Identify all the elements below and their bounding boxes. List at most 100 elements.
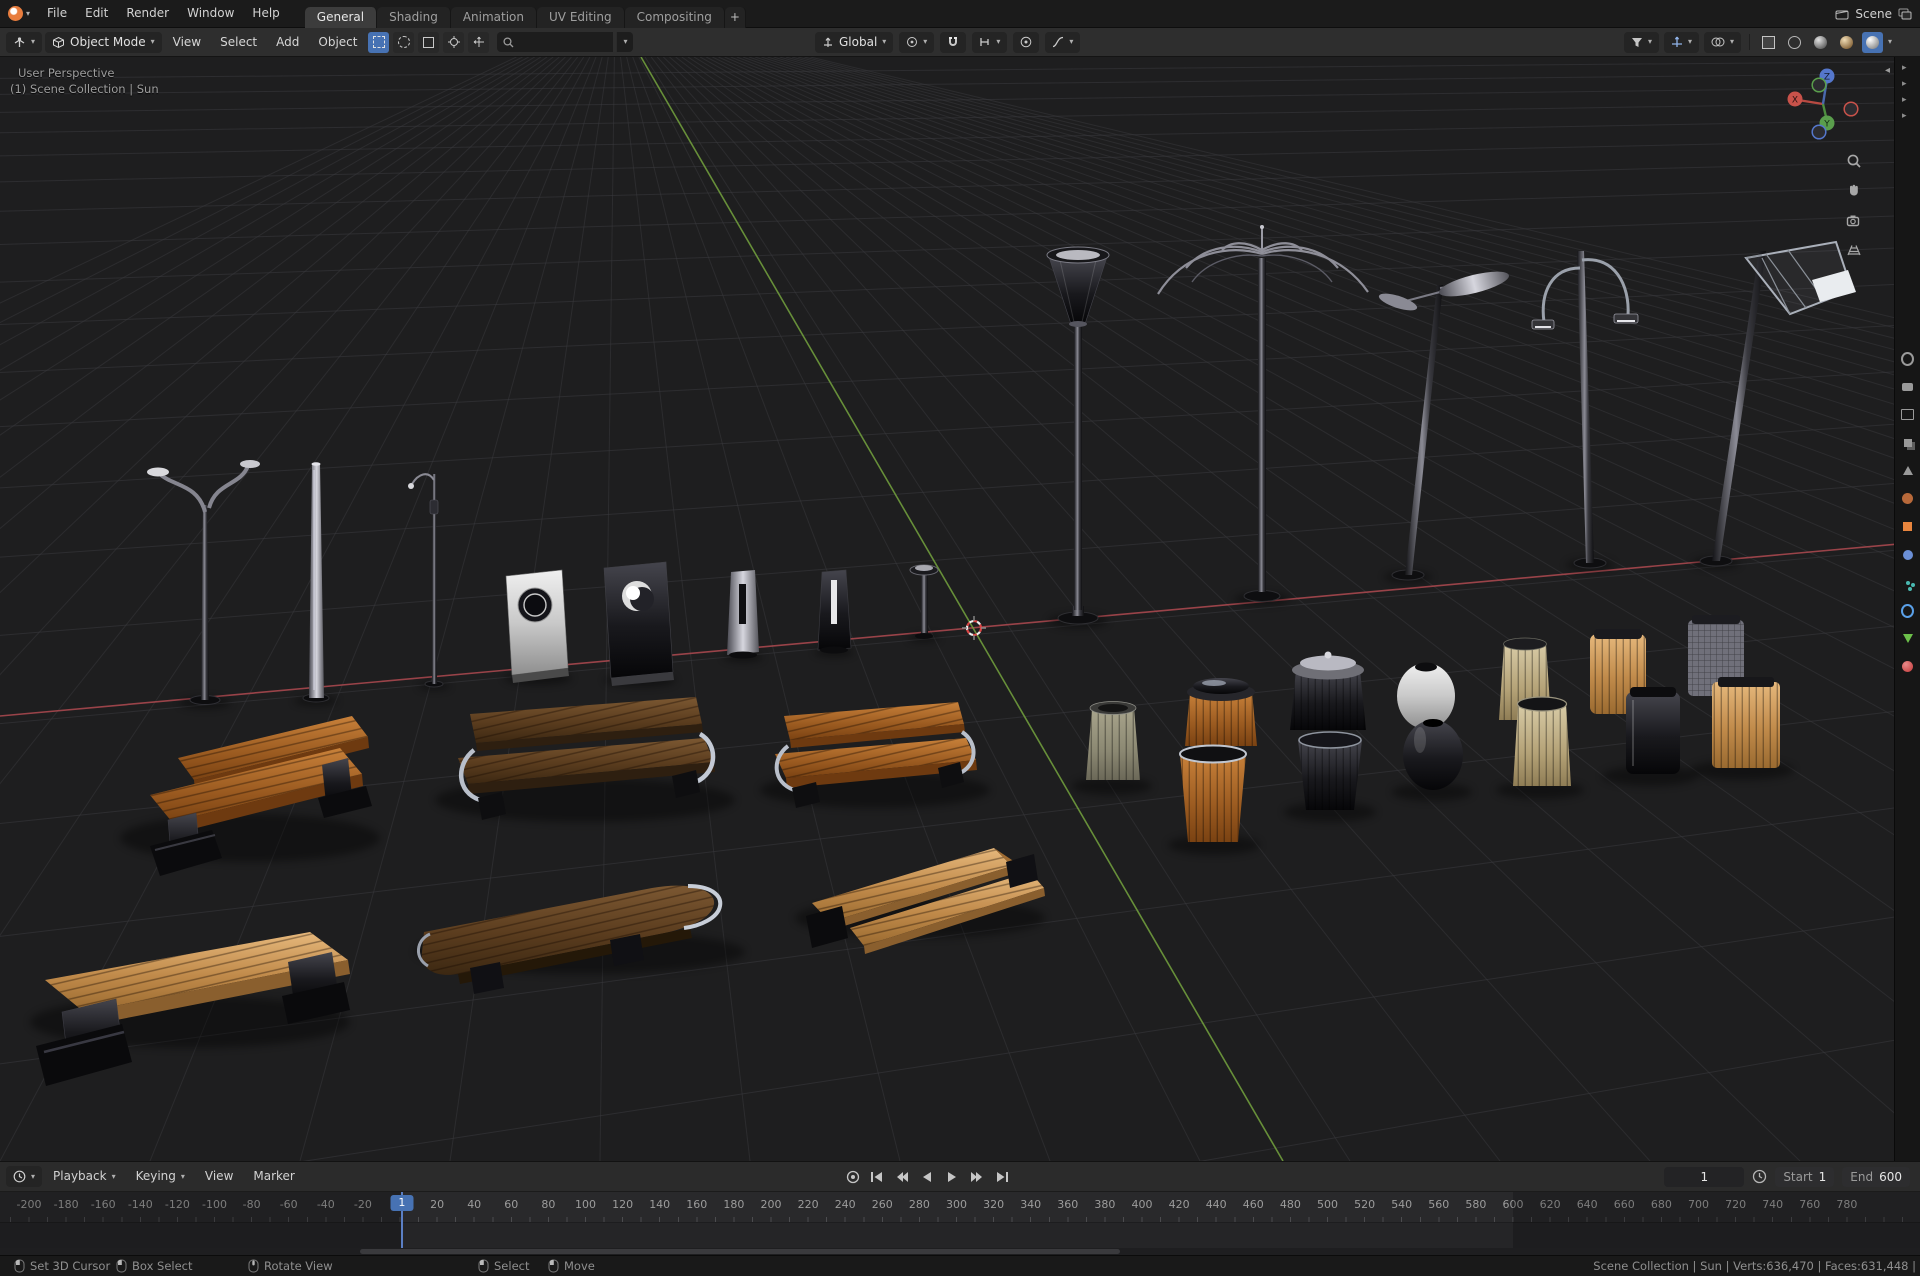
jump-to-start-button[interactable] <box>867 1167 886 1186</box>
object-bin-egg-white[interactable] <box>1397 663 1455 730</box>
add-workspace-button[interactable]: + <box>725 7 746 28</box>
properties-tab-particles-icon[interactable] <box>1901 576 1914 589</box>
gizmo-x-neg-axis[interactable] <box>1844 102 1858 116</box>
object-bench-curved-dark[interactable] <box>418 886 720 994</box>
scene-selector[interactable]: Scene <box>1835 7 1920 21</box>
properties-tab-material-icon[interactable] <box>1901 660 1914 673</box>
overlays-dropdown[interactable]: ▾ <box>1704 32 1741 53</box>
object-bin-egg-black[interactable] <box>1403 719 1463 790</box>
menu-select[interactable]: Select <box>212 28 265 56</box>
object-bin-dome-lid[interactable] <box>1290 652 1366 731</box>
snap-toggle-button[interactable] <box>940 32 966 53</box>
pivot-point-dropdown[interactable]: ▾ <box>899 32 934 53</box>
start-frame-field[interactable]: Start1 <box>1775 1167 1834 1187</box>
shading-wireframe-button[interactable] <box>1784 32 1805 53</box>
previous-keyframe-button[interactable] <box>892 1167 911 1186</box>
outliner-expand-icon[interactable]: ▸ <box>1902 79 1907 89</box>
shading-rendered-button[interactable] <box>1862 32 1883 53</box>
camera-view-icon[interactable] <box>1846 213 1862 229</box>
jump-to-end-button[interactable] <box>992 1167 1011 1186</box>
menu-help[interactable]: Help <box>243 0 288 27</box>
object-bin-barrel-wood[interactable] <box>1180 746 1246 843</box>
object-bin-slat-box[interactable] <box>1712 677 1780 768</box>
xray-toggle[interactable] <box>1758 32 1779 53</box>
properties-tab-scene-icon[interactable] <box>1901 464 1914 477</box>
object-bollard-round[interactable] <box>910 565 938 639</box>
object-sign-dark[interactable] <box>604 562 674 686</box>
shading-solid-button[interactable] <box>1810 32 1831 53</box>
menu-add[interactable]: Add <box>268 28 307 56</box>
transform-orientation-dropdown[interactable]: Global ▾ <box>815 32 893 53</box>
timeline-tracks[interactable] <box>0 1222 1920 1248</box>
object-streetlamp-goblet[interactable] <box>1047 247 1109 624</box>
properties-tab-output-icon[interactable] <box>1901 408 1914 421</box>
object-streetlamp-leaf[interactable] <box>1377 267 1511 580</box>
properties-tab-tool-icon[interactable] <box>1901 352 1914 365</box>
play-button[interactable] <box>942 1167 961 1186</box>
search-field[interactable] <box>497 32 613 52</box>
object-lamp-column[interactable] <box>303 462 329 702</box>
tab-general[interactable]: General <box>305 7 377 28</box>
menu-view[interactable]: View <box>165 28 209 56</box>
object-bin-fluted-dark[interactable] <box>1298 732 1362 810</box>
object-lamp-double-curved[interactable] <box>147 460 260 705</box>
gizmos-dropdown[interactable]: ▾ <box>1664 32 1699 53</box>
object-streetlamp-canopy[interactable] <box>1158 225 1368 602</box>
object-bin-dark-box[interactable] <box>1626 687 1680 774</box>
menu-marker[interactable]: Marker <box>244 1162 303 1191</box>
use-preview-range-icon[interactable] <box>1752 1169 1767 1184</box>
snap-settings-dropdown[interactable]: ▾ <box>972 32 1007 53</box>
chevron-down-icon[interactable]: ▾ <box>1888 38 1892 46</box>
end-frame-field[interactable]: End600 <box>1842 1167 1910 1187</box>
object-visibility-dropdown[interactable]: ▾ <box>1624 32 1659 53</box>
properties-tab-data-icon[interactable] <box>1901 632 1914 645</box>
outliner-expand-icon[interactable]: ▸ <box>1902 111 1907 121</box>
outliner-expand-icon[interactable]: ▸ <box>1902 95 1907 105</box>
viewport-canvas[interactable] <box>0 57 1920 1161</box>
search-input[interactable] <box>519 35 607 50</box>
properties-tab-object-icon[interactable] <box>1901 520 1914 533</box>
menu-render[interactable]: Render <box>117 0 178 27</box>
object-bollard-dark[interactable] <box>818 570 851 654</box>
tab-compositing[interactable]: Compositing <box>625 7 725 28</box>
timeline-scrollbar[interactable] <box>0 1248 1920 1255</box>
editor-type-button[interactable]: ▾ <box>6 32 42 53</box>
tool-select-box-button[interactable] <box>368 32 389 53</box>
menu-keying[interactable]: Keying▾ <box>127 1162 194 1191</box>
object-streetlamp-frame[interactable] <box>1700 242 1856 566</box>
tool-cursor-button[interactable] <box>443 32 464 53</box>
sidebar-collapse-icon[interactable]: ◂ <box>1885 65 1890 76</box>
tool-transform-button[interactable] <box>468 32 489 53</box>
auto-keying-toggle[interactable] <box>845 1169 861 1185</box>
properties-tab-physics-icon[interactable] <box>1901 604 1914 617</box>
object-bin-tapered[interactable] <box>1086 702 1140 781</box>
object-lamp-thin-pole[interactable] <box>408 474 443 687</box>
play-reverse-button[interactable] <box>917 1167 936 1186</box>
ortho-grid-icon[interactable] <box>1846 242 1862 258</box>
timeline-editor-type-button[interactable]: ▾ <box>6 1166 42 1187</box>
current-frame-field[interactable]: 1 <box>1664 1167 1744 1187</box>
object-bollard-light[interactable] <box>727 570 759 659</box>
properties-tab-world-icon[interactable] <box>1901 492 1914 505</box>
properties-tab-modifiers-icon[interactable] <box>1901 548 1914 561</box>
mode-dropdown[interactable]: Object Mode ▾ <box>45 32 162 53</box>
timeline-body[interactable]: -200-180-160-140-120-100-80-60-40-202040… <box>0 1192 1920 1255</box>
current-frame-indicator[interactable]: 1 <box>390 1195 413 1211</box>
tool-select-circle-button[interactable] <box>393 32 414 53</box>
next-keyframe-button[interactable] <box>967 1167 986 1186</box>
blender-menu-button[interactable]: ▾ <box>0 6 38 21</box>
menu-edit[interactable]: Edit <box>76 0 117 27</box>
tab-uv-editing[interactable]: UV Editing <box>537 7 625 28</box>
shading-material-button[interactable] <box>1836 32 1857 53</box>
search-options-button[interactable]: ▾ <box>616 32 633 52</box>
navigation-gizmo[interactable]: X Y Z <box>1778 59 1868 149</box>
viewport-3d[interactable]: User Perspective (1) Scene Collection | … <box>0 57 1920 1161</box>
object-sign-light[interactable] <box>506 570 569 683</box>
menu-playback[interactable]: Playback▾ <box>44 1162 125 1191</box>
pan-hand-icon[interactable] <box>1846 182 1862 198</box>
object-bin-fluted-tan-2[interactable] <box>1513 697 1571 786</box>
tab-shading[interactable]: Shading <box>377 7 451 28</box>
timeline-scrollbar-thumb[interactable] <box>360 1249 1120 1254</box>
tab-animation[interactable]: Animation <box>451 7 537 28</box>
proportional-falloff-dropdown[interactable]: ▾ <box>1045 32 1080 53</box>
